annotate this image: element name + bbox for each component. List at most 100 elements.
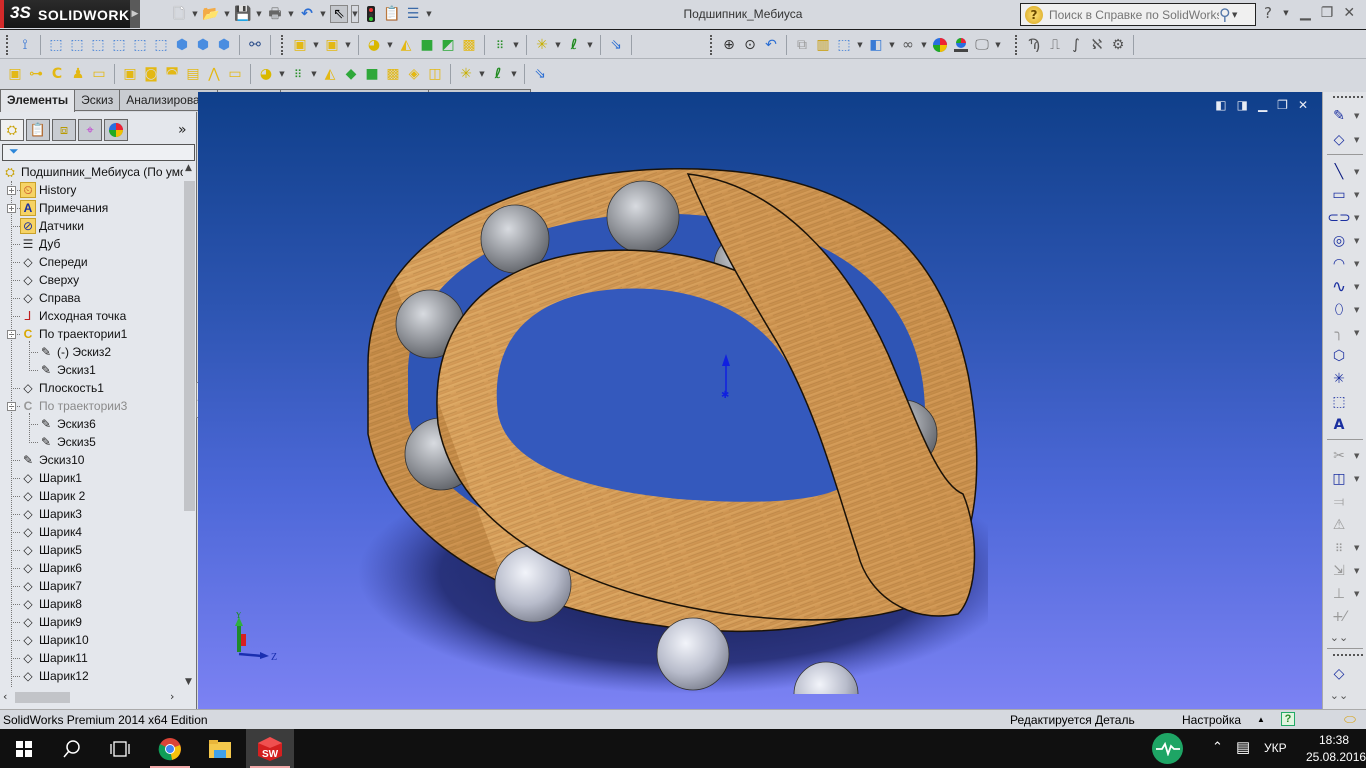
tree-item[interactable]: ◇ Шарик11 <box>20 649 87 667</box>
minimize-icon[interactable]: ▁ <box>1300 5 1311 21</box>
draft-icon[interactable]: ◩ <box>439 36 457 54</box>
scroll-up-icon[interactable]: ▲ <box>185 163 192 173</box>
line-icon[interactable]: ╲ <box>1329 162 1349 182</box>
configuration-manager-icon[interactable]: ⧈ <box>52 119 76 141</box>
swept-cut-icon[interactable]: ▤ <box>184 65 202 83</box>
mobius-bearing-model[interactable]: ✱ <box>348 154 988 694</box>
boundary-boss-icon[interactable]: ▭ <box>90 65 108 83</box>
link-view-icon[interactable]: ⚯ <box>246 36 264 54</box>
reference-geometry-icon[interactable]: ✳ <box>533 36 551 54</box>
split-right-icon[interactable]: ◨ <box>1237 98 1248 112</box>
dimxpert-manager-icon[interactable]: ⌖ <box>78 119 102 141</box>
cable-icon[interactable]: ℵ <box>1088 36 1106 54</box>
property-manager-icon[interactable]: 📋 <box>26 119 50 141</box>
scroll-left-icon[interactable]: ‹ <box>3 690 7 703</box>
tree-item[interactable]: ◇ Шарик3 <box>20 505 82 523</box>
windows-start-icon[interactable] <box>0 729 48 768</box>
normal-to-icon[interactable]: ⟟ <box>16 36 34 54</box>
toolbar-grip[interactable] <box>1333 96 1363 98</box>
tree-item[interactable]: ☰ Дуб <box>20 235 61 253</box>
help-dropdown[interactable]: ▼ <box>1282 9 1290 17</box>
offset-entities-icon[interactable]: ⫤ <box>1329 492 1349 512</box>
scroll-right-icon[interactable]: › <box>170 690 174 703</box>
featuremanager-tree-icon[interactable]: ⛭ <box>0 119 24 141</box>
ellipse-icon[interactable]: ⬯ <box>1329 300 1349 320</box>
display-manager-icon[interactable] <box>104 119 128 141</box>
search-dropdown[interactable]: ▼ <box>1231 11 1239 19</box>
tree-item[interactable]: ◇ Шарик8 <box>20 595 82 613</box>
refgeom-dropdown[interactable]: ▼ <box>478 70 486 78</box>
shell-icon[interactable]: ■ <box>418 36 436 54</box>
restore-viewport-icon[interactable]: ❐ <box>1277 98 1288 112</box>
move-entities-icon[interactable]: ⇲ <box>1329 561 1349 581</box>
apply-scene-icon[interactable] <box>952 36 970 54</box>
tree-item[interactable]: ◇ Шарик4 <box>20 523 82 541</box>
revolved-boss-icon[interactable]: ⊶ <box>27 65 45 83</box>
fillet-icon[interactable]: ◕ <box>365 36 383 54</box>
file-explorer-icon[interactable] <box>196 729 244 768</box>
fillet-icon[interactable]: ◕ <box>257 65 275 83</box>
toolbar-grip[interactable] <box>6 35 9 55</box>
tree-item[interactable]: ⅃ Исходная точка <box>20 307 127 325</box>
tree-item[interactable]: ◇ Сверху <box>20 271 79 289</box>
clock[interactable]: 18:38 25.08.2016 <box>1306 732 1366 766</box>
tree-item[interactable]: ◇ Справа <box>20 289 80 307</box>
toolbar-grip[interactable] <box>710 35 713 55</box>
task-view-icon[interactable] <box>96 729 144 768</box>
extruded-boss-icon[interactable]: ▣ <box>6 65 24 83</box>
instant3d-icon[interactable]: ⇘ <box>531 65 549 83</box>
tab-sketch[interactable]: Эскиз <box>75 89 121 111</box>
left-view-icon[interactable]: ⬚ <box>89 36 107 54</box>
rebuild-icon[interactable]: ⬭ <box>1344 711 1356 728</box>
mirror-entities-icon[interactable]: ⚠ <box>1329 515 1349 535</box>
tree-item[interactable]: ◇ Шарик9 <box>20 613 82 631</box>
bottom-view-icon[interactable]: ⬚ <box>152 36 170 54</box>
tree-vertical-scrollbar[interactable]: ▲ ▼ <box>183 163 196 687</box>
units-arrow-icon[interactable]: ▲ <box>1257 715 1265 724</box>
search-icon[interactable] <box>48 729 96 768</box>
curves-icon[interactable]: ℓ <box>565 36 583 54</box>
tree-item[interactable]: C По траектории1 <box>20 325 128 343</box>
tree-item[interactable]: ◇ Шарик12 <box>20 667 88 685</box>
rectangle-icon[interactable]: ▭ <box>1329 185 1349 205</box>
zoom-to-area-icon[interactable]: ⊙ <box>741 36 759 54</box>
toolbar-grip[interactable] <box>1333 654 1363 656</box>
split-left-icon[interactable]: ◧ <box>1215 98 1226 112</box>
section-view-icon[interactable]: ⧉ <box>793 36 811 54</box>
top-view-icon[interactable]: ⬚ <box>131 36 149 54</box>
curves-dropdown[interactable]: ▼ <box>586 41 594 49</box>
fillet-dropdown[interactable]: ▼ <box>386 41 394 49</box>
tree-horizontal-scrollbar[interactable]: ‹ › <box>0 690 183 705</box>
extrude-dropdown[interactable]: ▼ <box>312 41 320 49</box>
units-button[interactable]: Настройка <box>1182 713 1241 727</box>
help-icon[interactable]: ? <box>1281 712 1295 726</box>
orientation-dropdown[interactable]: ▼ <box>856 41 864 49</box>
edit-appearance-icon[interactable] <box>931 36 949 54</box>
revolved-boss-icon[interactable]: ▣ <box>323 36 341 54</box>
scroll-down-icon[interactable]: ▼ <box>185 677 192 687</box>
scroll-thumb[interactable] <box>184 181 195 511</box>
boundary-cut-icon[interactable]: ▭ <box>226 65 244 83</box>
tree-item[interactable]: ◇ Шарик10 <box>20 631 88 649</box>
draft-icon[interactable]: ◆ <box>342 65 360 83</box>
reference-geometry-icon[interactable]: ✳ <box>457 65 475 83</box>
hide-show-dropdown[interactable]: ▼ <box>920 41 928 49</box>
extruded-boss-icon[interactable]: ▣ <box>291 36 309 54</box>
convert-entities-icon[interactable]: ◫ <box>1329 469 1349 489</box>
view-settings-dropdown[interactable]: ▼ <box>994 41 1002 49</box>
expand-icon[interactable]: ⌄⌄ <box>1329 627 1349 647</box>
wrap-icon[interactable]: ▩ <box>384 65 402 83</box>
more-tabs-button[interactable]: » <box>178 122 187 138</box>
tree-item[interactable]: ⊘ Датчики <box>20 217 84 235</box>
chrome-icon[interactable] <box>146 729 194 768</box>
help-icon[interactable]: ? <box>1264 4 1272 22</box>
hide-show-items-icon[interactable]: ∞ <box>899 36 917 54</box>
curves-dropdown[interactable]: ▼ <box>510 70 518 78</box>
extruded-cut-icon[interactable]: ▣ <box>121 65 139 83</box>
linear-pattern-icon[interactable]: ⠿ <box>289 65 307 83</box>
lofted-cut-icon[interactable]: ⋀ <box>205 65 223 83</box>
tree-item[interactable]: ◇ Шарик7 <box>20 577 82 595</box>
help-search-box[interactable]: ? ⚲ ▼ <box>1020 3 1256 26</box>
linear-pattern-icon[interactable]: ⠿ <box>491 36 509 54</box>
tree-item[interactable]: C По траектории3 <box>20 397 128 415</box>
